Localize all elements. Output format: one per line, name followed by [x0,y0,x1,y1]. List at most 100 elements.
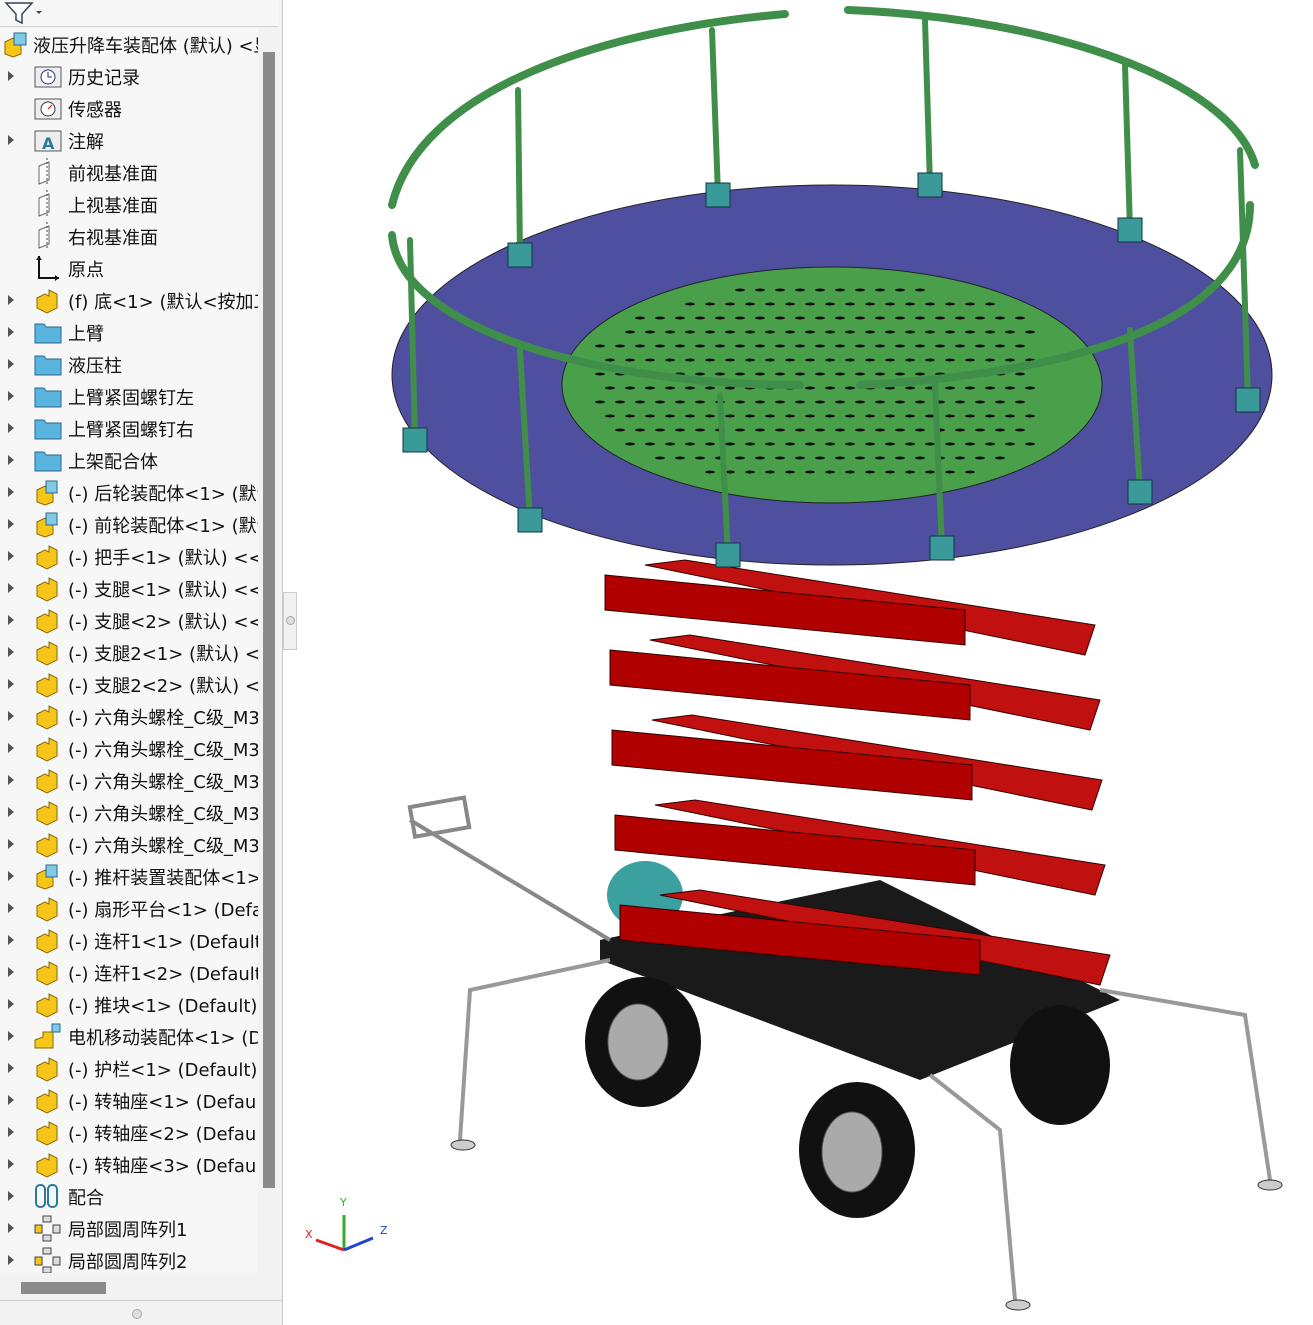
vertical-scrollbar[interactable] [263,52,275,1188]
expand-arrow-icon[interactable] [8,1255,14,1265]
tree-item-label: (-) 护栏<1> (Default) < [68,1060,258,1081]
part-icon [36,929,58,954]
expand-arrow-icon[interactable] [8,967,14,977]
tree-item-label: (-) 把手<1> (默认) <<默 [68,548,258,569]
expand-arrow-icon[interactable] [8,1127,14,1137]
expand-arrow-icon[interactable] [8,679,14,689]
assembly-icon [36,864,58,890]
expand-arrow-icon[interactable] [8,295,14,305]
tree-item[interactable]: 上架配合体 [0,444,258,476]
graphics-viewport[interactable]: Y X Z [297,0,1313,1325]
tree-item-label: 右视基准面 [68,228,158,249]
tree-item[interactable]: (-) 把手<1> (默认) <<默 [0,540,258,572]
tree-item[interactable]: 局部圆周阵列1 [0,1212,258,1244]
tree-item[interactable]: (-) 推块<1> (Default) < [0,988,258,1020]
expand-arrow-icon[interactable] [8,487,14,497]
tree-item[interactable]: 上视基准面 [0,188,258,220]
tree-item[interactable]: (-) 六角头螺栓_C级_M3 [0,700,258,732]
expand-arrow-icon[interactable] [8,807,14,817]
expand-arrow-icon[interactable] [8,1223,14,1233]
tree-item[interactable]: 前视基准面 [0,156,258,188]
tree-item[interactable]: 历史记录 [0,60,258,92]
expand-arrow-icon[interactable] [8,1191,14,1201]
expand-arrow-icon[interactable] [8,871,14,881]
expand-arrow-icon[interactable] [8,711,14,721]
tree-item-label: 电机移动装配体<1> (D [68,1028,258,1049]
tree-item[interactable]: 原点 [0,252,258,284]
filter-icon[interactable] [4,1,44,25]
tree-item[interactable]: 电机移动装配体<1> (D [0,1020,258,1052]
tree-item[interactable]: 上臂 [0,316,258,348]
tree-item[interactable]: (-) 支腿<2> (默认) <<默 [0,604,258,636]
expand-arrow-icon[interactable] [8,135,14,145]
expand-arrow-icon[interactable] [8,999,14,1009]
scissor-lift-arms [604,559,1111,986]
tree-root-label: 液压升降车装配体 (默认) <显 [33,36,258,57]
expand-arrow-icon[interactable] [8,935,14,945]
tree-item[interactable]: (-) 支腿2<1> (默认) << [0,636,258,668]
tree-item[interactable]: 传感器 [0,92,258,124]
tree-item[interactable]: 液压柱 [0,348,258,380]
folder-icon [34,451,62,472]
tree-item[interactable]: 局部圆周阵列2 [0,1244,258,1273]
expand-arrow-icon[interactable] [8,583,14,593]
tree-item[interactable]: (f) 底<1> (默认<按加工 [0,284,258,316]
expand-arrow-icon[interactable] [8,455,14,465]
tree-item-label: 注解 [68,132,104,153]
panel-resize-handle[interactable] [132,1309,142,1319]
part-icon [36,769,58,794]
tree-item[interactable]: (-) 支腿<1> (默认) <<默 [0,572,258,604]
tree-root-assembly[interactable]: 液压升降车装配体 (默认) <显 [0,28,258,60]
tree-item[interactable]: (-) 转轴座<3> (Default [0,1148,258,1180]
tree-item[interactable]: 上臂紧固螺钉左 [0,380,258,412]
expand-arrow-icon[interactable] [8,423,14,433]
expand-arrow-icon[interactable] [8,775,14,785]
expand-arrow-icon[interactable] [8,391,14,401]
tree-item[interactable]: (-) 扇形平台<1> (Defau [0,892,258,924]
expand-arrow-icon[interactable] [8,903,14,913]
horizontal-scrollbar[interactable] [21,1282,106,1294]
tree-item-label: (-) 转轴座<2> (Default [68,1124,258,1145]
tree-item[interactable]: 右视基准面 [0,220,258,252]
expand-arrow-icon[interactable] [8,1063,14,1073]
feature-manager-panel: 液压升降车装配体 (默认) <显 历史记录 传感器 A 注解前视基准面上视基准面右视基… [0,0,283,1325]
tree-item[interactable]: A 注解 [0,124,258,156]
expand-arrow-icon[interactable] [8,519,14,529]
tree-item-label: 前视基准面 [68,164,158,185]
tree-item[interactable]: (-) 推杆装置装配体<1> [0,860,258,892]
tree-item[interactable]: (-) 六角头螺栓_C级_M3 [0,796,258,828]
expand-arrow-icon[interactable] [8,327,14,337]
expand-arrow-icon[interactable] [8,615,14,625]
tree-item[interactable]: (-) 六角头螺栓_C级_M3 [0,828,258,860]
expand-arrow-icon[interactable] [8,551,14,561]
tree-item[interactable]: 配合 [0,1180,258,1212]
tree-item-label: 液压柱 [68,356,122,377]
tree-item[interactable]: (-) 后轮装配体<1> (默认 [0,476,258,508]
tree-item[interactable]: (-) 护栏<1> (Default) < [0,1052,258,1084]
tree-item[interactable]: (-) 六角头螺栓_C级_M3 [0,764,258,796]
tree-item-label: (-) 支腿<2> (默认) <<默 [68,612,258,633]
tree-item[interactable]: (-) 六角头螺栓_C级_M3 [0,732,258,764]
rail-post [709,27,721,198]
tree-item-label: (-) 支腿2<2> (默认) << [68,676,258,697]
tree-item[interactable]: (-) 连杆1<2> (Default) [0,956,258,988]
expand-arrow-icon[interactable] [8,1095,14,1105]
expand-arrow-icon[interactable] [8,839,14,849]
tree-item[interactable]: 上臂紧固螺钉右 [0,412,258,444]
expand-arrow-icon[interactable] [8,1031,14,1041]
tree-item[interactable]: (-) 转轴座<1> (Default [0,1084,258,1116]
expand-arrow-icon[interactable] [8,743,14,753]
assembly-icon [36,512,58,538]
expand-arrow-icon[interactable] [8,71,14,81]
panel-splitter[interactable] [283,592,297,650]
expand-arrow-icon[interactable] [8,359,14,369]
part-icon [36,833,58,858]
expand-arrow-icon[interactable] [8,647,14,657]
history-folder-icon [34,66,62,88]
expand-arrow-icon[interactable] [8,1159,14,1169]
tree-item[interactable]: (-) 前轮装配体<1> (默认 [0,508,258,540]
part-icon [36,577,58,602]
tree-item[interactable]: (-) 支腿2<2> (默认) << [0,668,258,700]
tree-item[interactable]: (-) 转轴座<2> (Default [0,1116,258,1148]
tree-item[interactable]: (-) 连杆1<1> (Default) [0,924,258,956]
